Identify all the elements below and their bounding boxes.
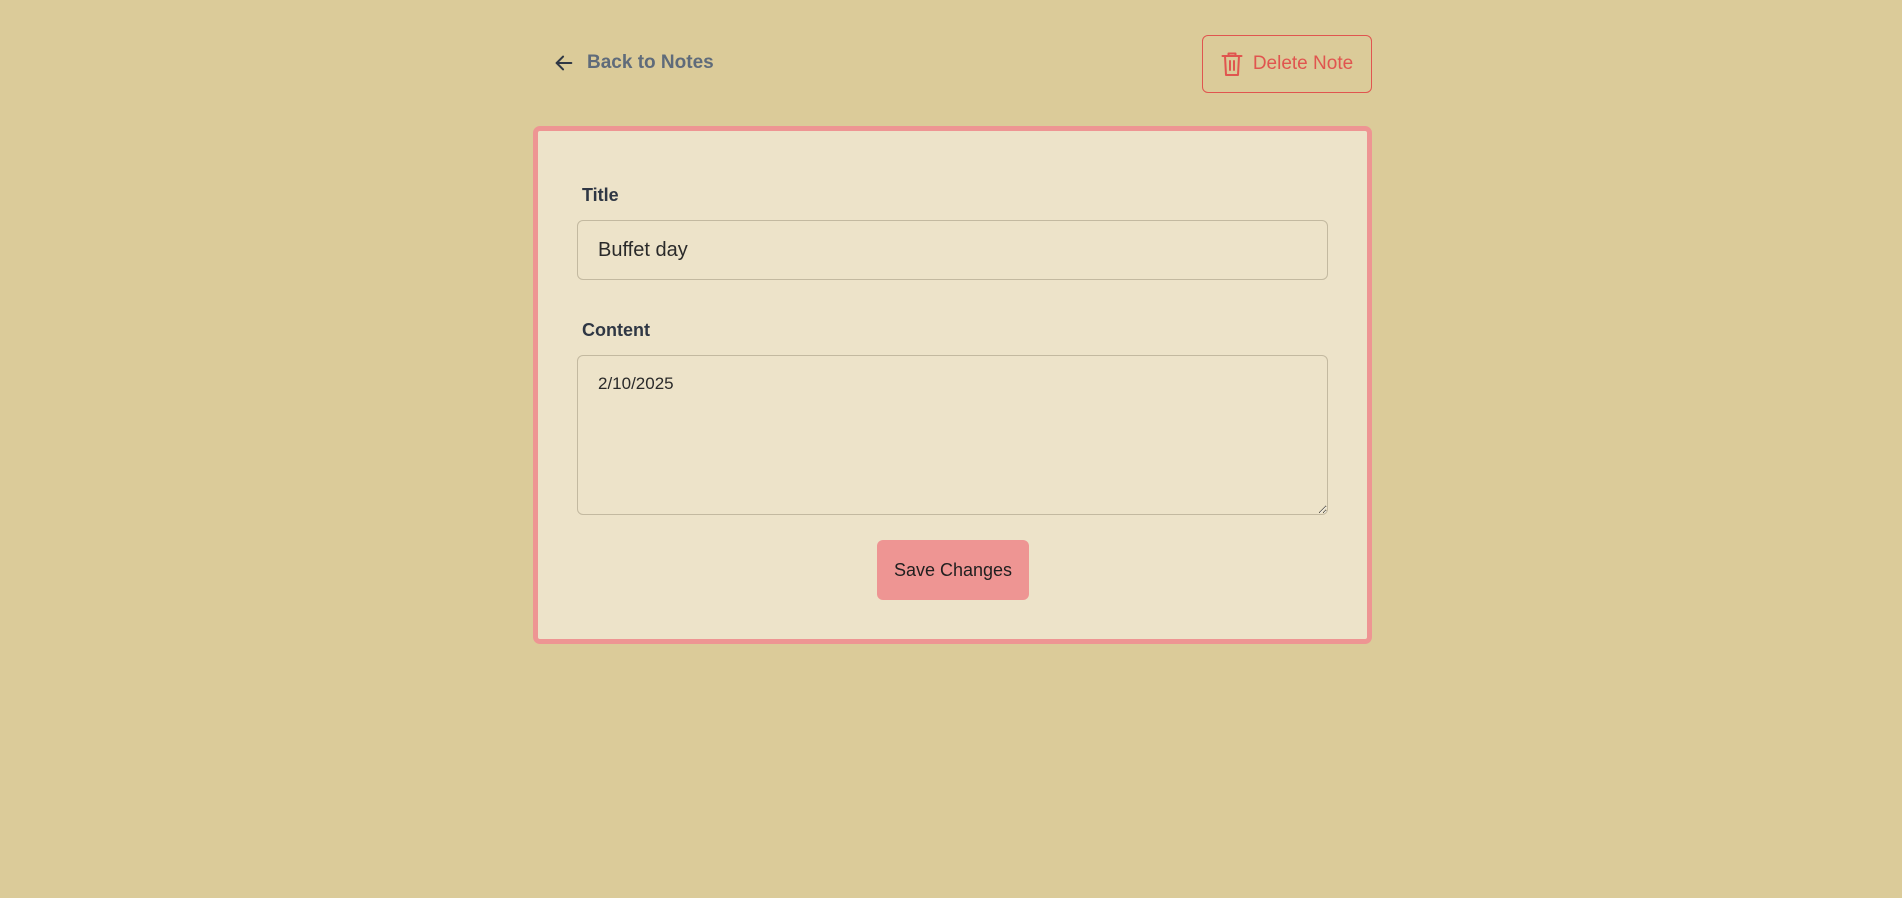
delete-note-label: Delete Note: [1252, 53, 1354, 74]
content-label: Content: [582, 320, 650, 340]
arrow-left-icon: [553, 52, 575, 74]
trash-icon: [1221, 51, 1243, 77]
content-textarea[interactable]: 2/10/2025: [577, 355, 1328, 515]
top-bar: Back to Notes Delete Note: [533, 0, 1372, 126]
note-form-card: Title Content 2/10/2025 Save Changes: [533, 126, 1372, 644]
title-input[interactable]: [577, 220, 1328, 280]
back-to-notes-link[interactable]: Back to Notes: [553, 52, 714, 74]
title-label: Title: [582, 185, 619, 205]
save-changes-button[interactable]: Save Changes: [877, 540, 1029, 600]
delete-note-button[interactable]: Delete Note: [1202, 35, 1372, 93]
back-link-label: Back to Notes: [587, 52, 714, 73]
note-editor-page: Back to Notes Delete Note Title Content …: [533, 0, 1372, 644]
